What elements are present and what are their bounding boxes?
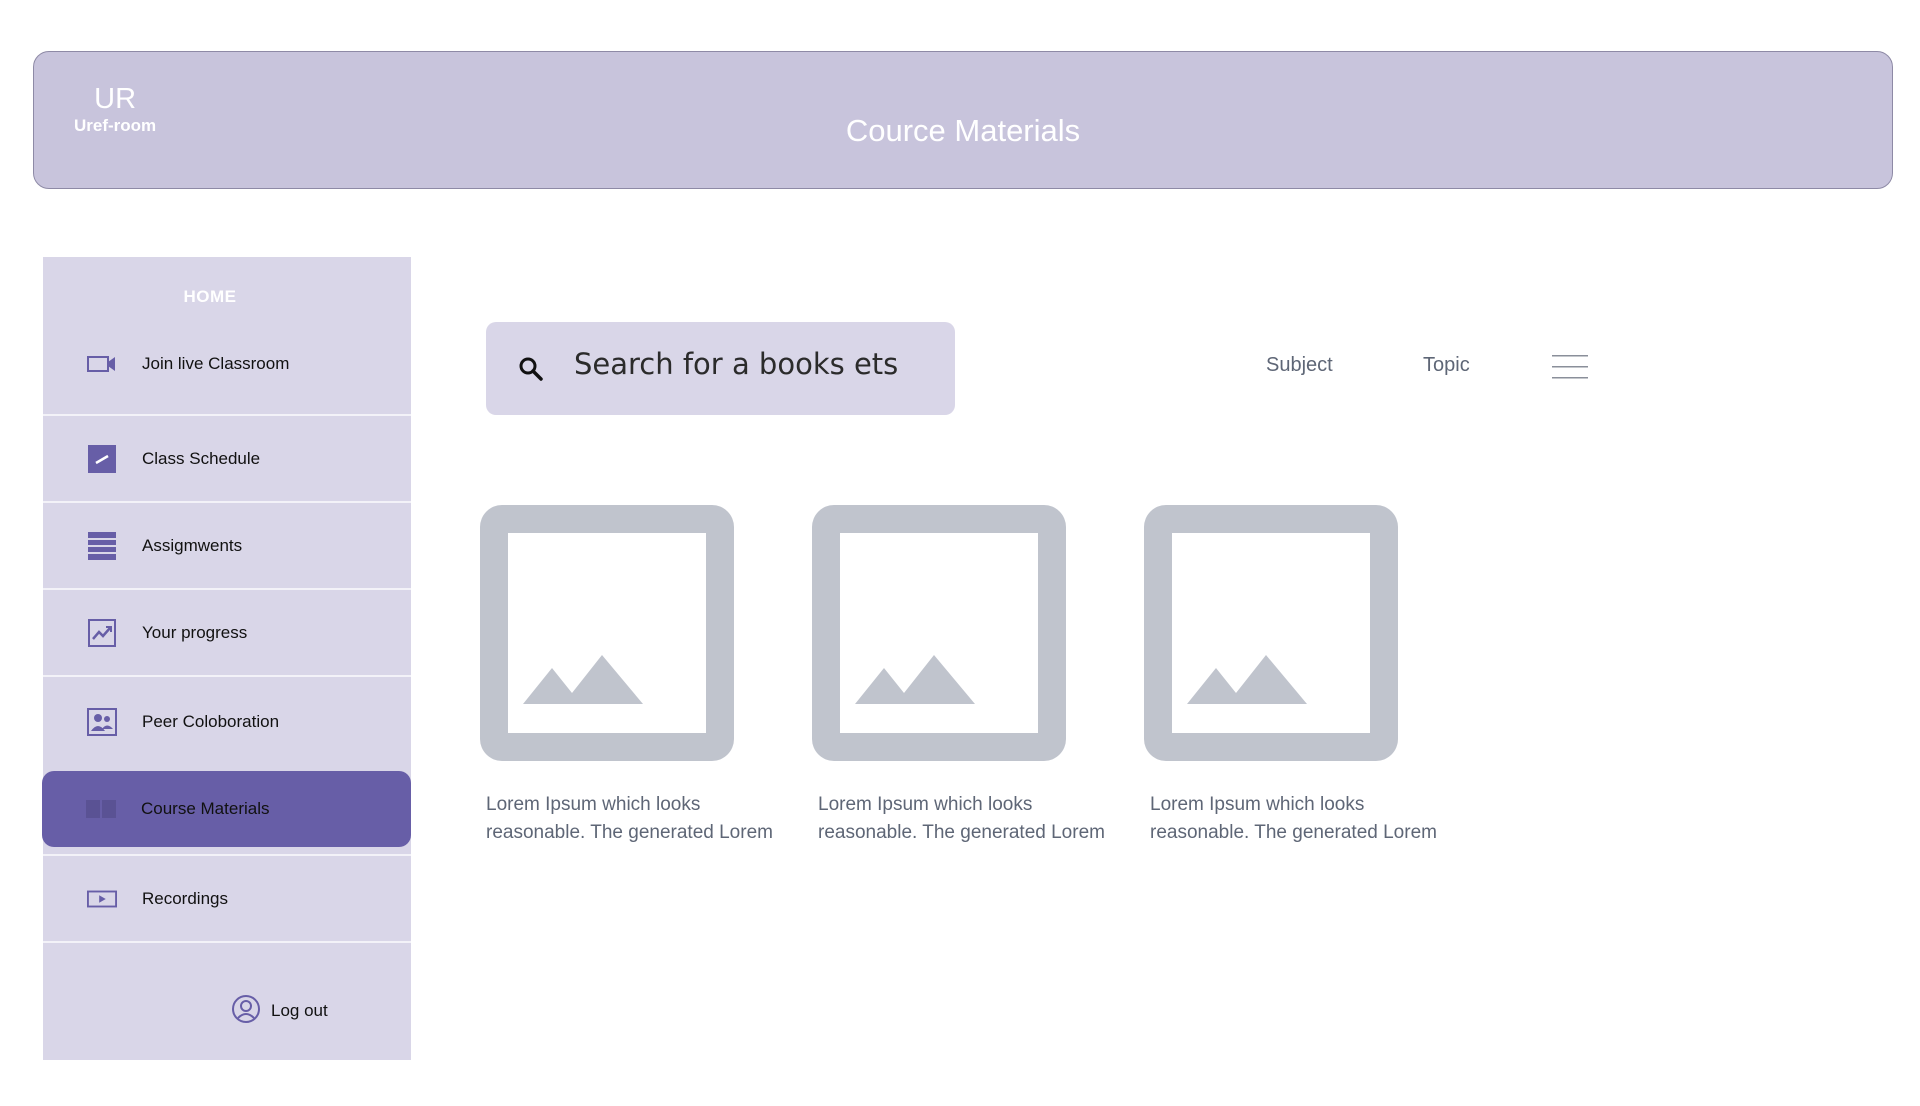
card-caption: Lorem Ipsum which looks reasonable. The … [1150, 791, 1470, 847]
people-icon [87, 707, 117, 737]
chart-trend-icon [87, 618, 117, 648]
hamburger-menu-icon[interactable] [1552, 353, 1588, 381]
logout-button[interactable]: Log out [231, 994, 328, 1029]
sidebar-item-label: Recordings [142, 889, 228, 908]
card-caption-line: reasonable. The generated Lorem [818, 822, 1105, 843]
sidebar-item-label: Your progress [142, 623, 248, 642]
sidebar-item-your-progress[interactable]: Your progress [43, 591, 411, 675]
calendar-edit-icon [87, 444, 117, 474]
top-header: UR Uref-room Cource Materials [33, 51, 1893, 189]
sidebar-item-label: Join live Classroom [142, 354, 290, 373]
divider [43, 854, 411, 856]
material-card[interactable]: Lorem Ipsum which looks reasonable. The … [480, 505, 780, 847]
book-icon [86, 794, 116, 824]
play-icon [87, 884, 117, 914]
topic-filter[interactable]: Topic [1423, 354, 1470, 377]
sidebar-item-join-live-classroom[interactable]: Join live Classroom [43, 327, 411, 401]
divider [43, 414, 411, 416]
image-placeholder-icon [480, 505, 734, 761]
logout-label: Log out [271, 1001, 328, 1020]
divider [43, 501, 411, 503]
sidebar-item-course-materials[interactable]: Course Materials [42, 771, 411, 847]
divider [43, 675, 411, 677]
sidebar-item-label: Peer Coloboration [142, 712, 280, 731]
user-circle-icon [231, 994, 261, 1029]
sidebar-item-label: Assigmwents [142, 536, 243, 555]
card-caption-line: Lorem Ipsum which looks [1150, 794, 1365, 815]
logo-mark: UR [94, 83, 137, 115]
search-icon[interactable] [516, 354, 546, 384]
subject-filter[interactable]: Subject [1266, 354, 1333, 377]
search-input[interactable] [574, 342, 934, 386]
sidebar-item-label: Class Schedule [142, 449, 261, 468]
page-title: Cource Materials [845, 113, 1081, 148]
sidebar-item-assignments[interactable]: Assigmwents [43, 504, 411, 588]
sidebar-item-peer-colaboration[interactable]: Peer Coloboration [43, 678, 411, 766]
material-card[interactable]: Lorem Ipsum which looks reasonable. The … [1144, 505, 1444, 847]
sidebar-item-class-schedule[interactable]: Class Schedule [43, 417, 411, 501]
card-caption-line: Lorem Ipsum which looks [486, 794, 701, 815]
card-caption-line: Lorem Ipsum which looks [818, 794, 1033, 815]
card-caption: Lorem Ipsum which looks reasonable. The … [818, 791, 1138, 847]
image-placeholder-icon [1144, 505, 1398, 761]
sidebar-home-link[interactable]: HOME [43, 287, 377, 307]
card-caption-line: reasonable. The generated Lorem [486, 822, 773, 843]
material-card[interactable]: Lorem Ipsum which looks reasonable. The … [812, 505, 1112, 847]
video-camera-icon [87, 349, 117, 379]
card-caption: Lorem Ipsum which looks reasonable. The … [486, 791, 806, 847]
image-placeholder-icon [812, 505, 1066, 761]
card-caption-line: reasonable. The generated Lorem [1150, 822, 1437, 843]
search-bar [486, 322, 955, 415]
divider [43, 941, 411, 943]
sidebar-item-recordings[interactable]: Recordings [43, 857, 411, 941]
list-icon [87, 531, 117, 561]
sidebar: HOME Join live Classroom Class Schedule [42, 257, 411, 1060]
divider [43, 588, 411, 590]
sidebar-item-label: Course Materials [141, 799, 270, 818]
